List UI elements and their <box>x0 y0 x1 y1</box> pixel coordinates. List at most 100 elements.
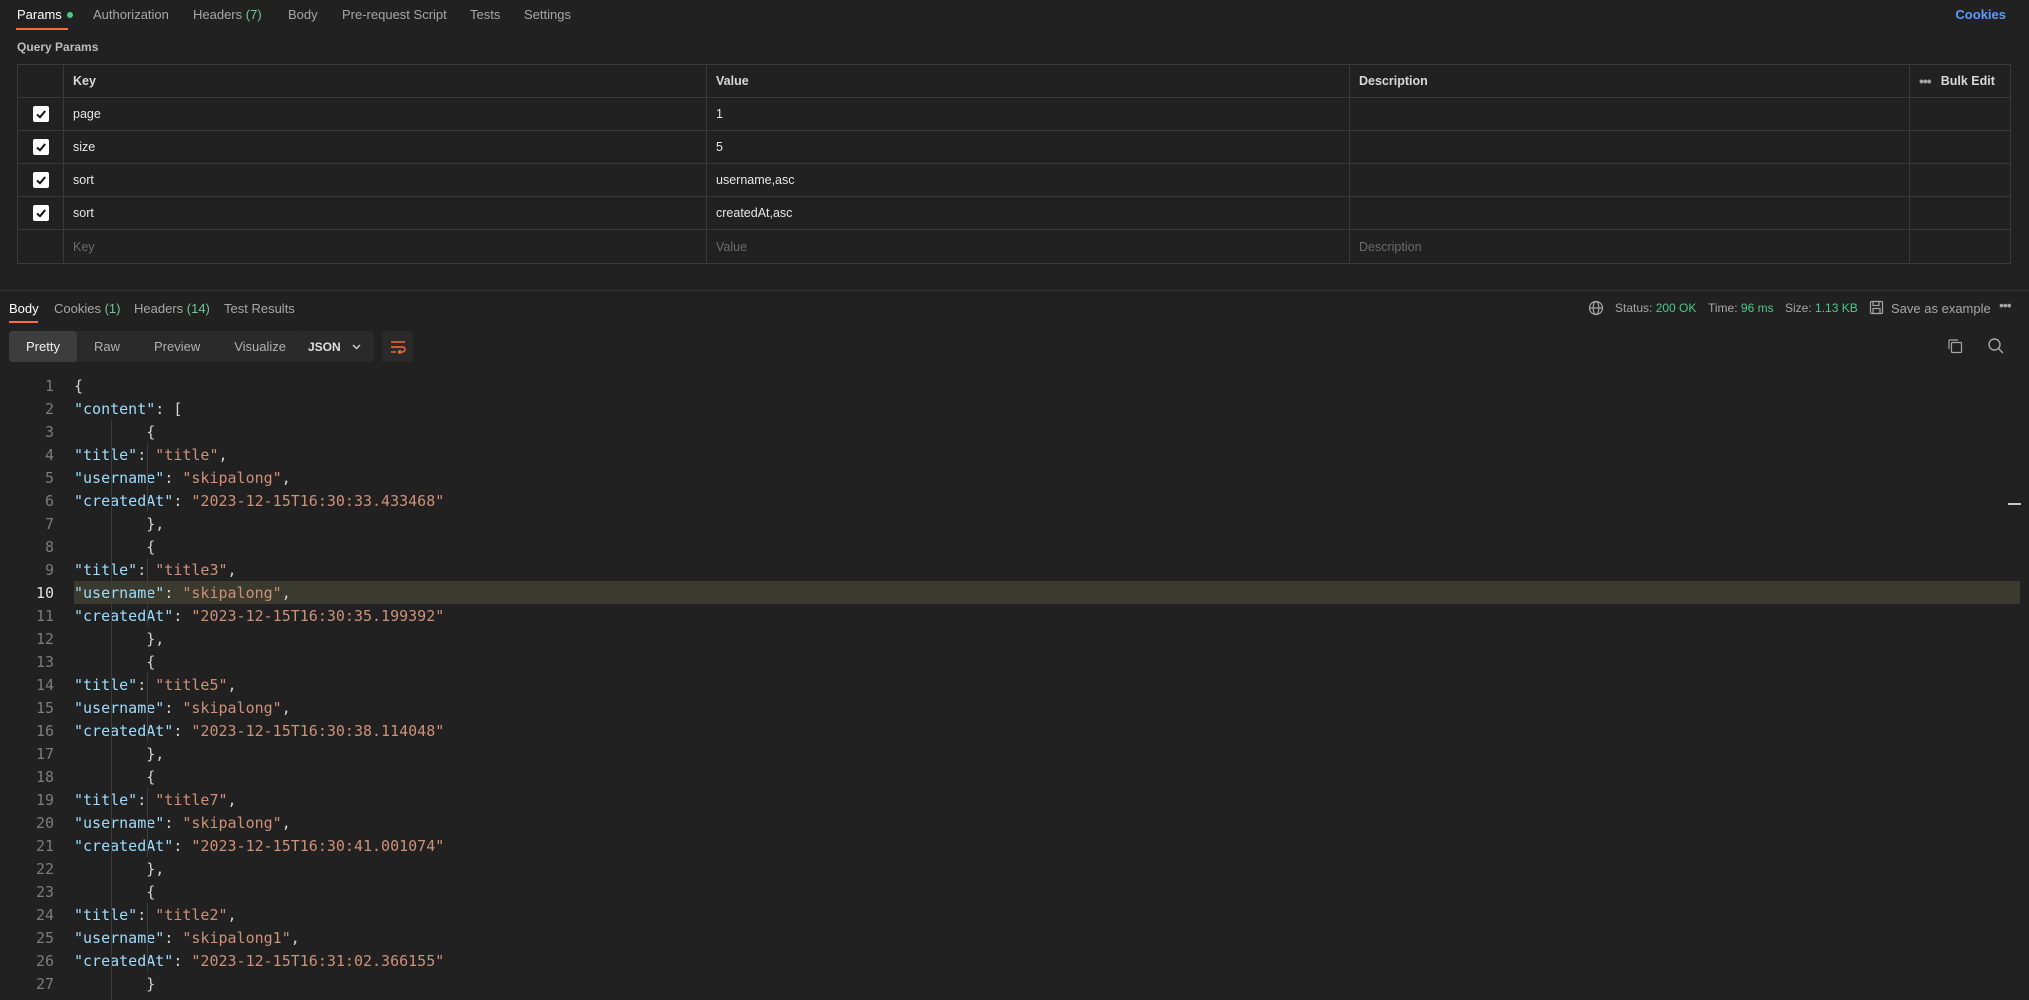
tab-pre-request-script[interactable]: Pre-request Script <box>342 7 447 22</box>
status-value: 200 OK <box>1655 301 1697 315</box>
view-pretty-button[interactable]: Pretty <box>9 331 77 362</box>
tab-settings[interactable]: Settings <box>524 7 571 22</box>
view-visualize-button[interactable]: Visualize <box>217 331 303 362</box>
row-checkbox[interactable] <box>32 106 49 122</box>
indent-guide <box>111 420 112 1000</box>
new-key-input[interactable]: Key <box>64 230 707 263</box>
tab-response-body[interactable]: Body <box>9 301 39 316</box>
code-line: 11 "createdAt": "2023-12-15T16:30:35.199… <box>0 604 2020 627</box>
header-check-cell <box>18 65 64 97</box>
code-text: "title": "title5", <box>74 675 237 694</box>
time-readout[interactable]: Time: 96 ms <box>1708 301 1774 315</box>
code-text: "title": "title3", <box>74 560 237 579</box>
copy-icon[interactable] <box>1947 338 1963 354</box>
code-line: 23 { <box>0 880 2020 903</box>
tab-params[interactable]: Params <box>17 7 73 22</box>
new-description-input[interactable]: Description <box>1350 230 1910 263</box>
tab-response-headers[interactable]: Headers (14) <box>134 301 210 316</box>
param-key[interactable]: page <box>64 98 707 130</box>
param-value[interactable]: createdAt,asc <box>707 197 1350 229</box>
view-raw-button[interactable]: Raw <box>77 331 137 362</box>
response-body-editor[interactable]: 1{2 "content": [3 {4 "title": "title", 5 … <box>0 366 2029 1000</box>
tab-test-results[interactable]: Test Results <box>224 301 295 316</box>
param-description[interactable] <box>1350 98 1910 130</box>
param-value[interactable]: username,asc <box>707 164 1350 196</box>
more-options-icon[interactable]: ••• <box>1999 297 2012 313</box>
response-divider[interactable] <box>0 290 2029 291</box>
new-value-input[interactable]: Value <box>707 230 1350 263</box>
time-value: 96 ms <box>1740 301 1774 315</box>
code-text: "username": "skipalong", <box>74 581 2020 604</box>
code-line: 10 "username": "skipalong", <box>0 581 2020 604</box>
save-as-example-button[interactable]: Save as example <box>1891 301 1991 316</box>
headers-count: (7) <box>245 7 262 22</box>
search-icon[interactable] <box>1987 337 2005 355</box>
code-text: { <box>74 882 156 901</box>
wrap-lines-button[interactable] <box>382 331 413 362</box>
table-header-row: Key Value Description ••• Bulk Edit <box>18 65 2010 98</box>
line-number: 7 <box>44 514 54 533</box>
param-value[interactable]: 5 <box>707 131 1350 163</box>
cookies-link[interactable]: Cookies <box>1955 7 2006 22</box>
tab-body[interactable]: Body <box>288 7 318 22</box>
row-checkbox[interactable] <box>32 139 49 155</box>
param-description[interactable] <box>1350 164 1910 196</box>
bulk-edit-button[interactable]: Bulk Edit <box>1941 74 1995 88</box>
format-select[interactable]: JSON <box>298 331 374 362</box>
param-description[interactable] <box>1350 197 1910 229</box>
tab-headers[interactable]: Headers (7) <box>193 7 262 22</box>
code-line: 3 { <box>0 420 2020 443</box>
line-number: 12 <box>35 629 54 648</box>
line-number: 26 <box>35 951 54 970</box>
status-label: Status: <box>1615 301 1653 315</box>
indent-guide <box>147 788 148 857</box>
row-check-cell <box>18 131 64 163</box>
code-line: 1{ <box>0 374 2020 397</box>
line-number: 16 <box>35 721 54 740</box>
code-line: 26 "createdAt": "2023-12-15T16:31:02.366… <box>0 949 2020 972</box>
scrollbar-marker[interactable] <box>2008 503 2021 505</box>
param-description[interactable] <box>1350 131 1910 163</box>
check-icon <box>35 143 46 152</box>
tab-tests[interactable]: Tests <box>470 7 500 22</box>
code-line: 22 }, <box>0 857 2020 880</box>
params-active-dot <box>66 11 73 18</box>
line-number: 21 <box>35 836 54 855</box>
code-text: "username": "skipalong1", <box>74 928 300 947</box>
tab-label: Body <box>288 7 318 22</box>
wrap-lines-icon <box>390 340 406 354</box>
tab-label: Tests <box>470 7 501 22</box>
param-key[interactable]: size <box>64 131 707 163</box>
request-tabs: Params Authorization Headers (7) Body Pr… <box>0 0 2029 32</box>
status-readout[interactable]: Status: 200 OK <box>1615 301 1696 315</box>
more-options-icon[interactable]: ••• <box>1919 73 1932 89</box>
table-row: size 5 <box>18 131 2010 164</box>
code-text: "createdAt": "2023-12-15T16:31:02.366155… <box>74 951 445 970</box>
active-tab-indicator <box>9 321 38 323</box>
tab-authorization[interactable]: Authorization <box>93 7 169 22</box>
tab-response-cookies[interactable]: Cookies (1) <box>54 301 120 316</box>
check-icon <box>35 110 46 119</box>
code-line: 14 "title": "title5", <box>0 673 2020 696</box>
save-icon <box>1869 300 1884 315</box>
tab-label: Authorization <box>93 7 169 22</box>
row-check-cell <box>18 197 64 229</box>
time-label: Time: <box>1708 301 1738 315</box>
header-value: Value <box>707 65 1350 97</box>
line-number: 1 <box>44 376 54 395</box>
indent-guide <box>147 443 148 512</box>
row-checkbox[interactable] <box>32 172 49 188</box>
view-preview-button[interactable]: Preview <box>137 331 217 362</box>
param-value[interactable]: 1 <box>707 98 1350 130</box>
code-line: 12 }, <box>0 627 2020 650</box>
code-text: { <box>74 537 156 556</box>
row-check-cell <box>18 230 64 263</box>
line-number: 15 <box>35 698 54 717</box>
tab-label: Test Results <box>224 301 295 316</box>
size-readout[interactable]: Size: 1.13 KB <box>1785 301 1858 315</box>
row-checkbox[interactable] <box>32 205 49 221</box>
globe-icon[interactable] <box>1588 300 1604 316</box>
param-key[interactable]: sort <box>64 164 707 196</box>
param-key[interactable]: sort <box>64 197 707 229</box>
indent-guide <box>147 903 148 972</box>
